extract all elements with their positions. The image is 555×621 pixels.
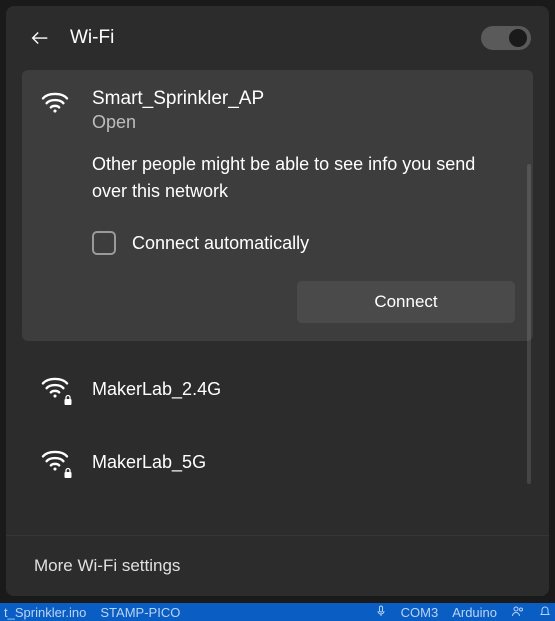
mic-icon[interactable] bbox=[375, 605, 387, 620]
panel-header: Wi-Fi bbox=[6, 6, 549, 70]
network-item-name: MakerLab_5G bbox=[92, 452, 206, 473]
more-wifi-settings-link[interactable]: More Wi-Fi settings bbox=[6, 535, 549, 596]
taskbar: t_Sprinkler.ino STAMP-PICO COM3 Arduino bbox=[0, 603, 555, 621]
open-network-warning: Other people might be able to see info y… bbox=[92, 151, 515, 205]
wifi-open-icon bbox=[40, 90, 76, 119]
network-item[interactable]: MakerLab_2.4G bbox=[22, 353, 533, 426]
back-button[interactable] bbox=[24, 22, 56, 54]
lock-icon bbox=[62, 394, 74, 406]
taskbar-item[interactable]: COM3 bbox=[401, 605, 439, 620]
wifi-secured-icon bbox=[40, 448, 76, 477]
taskbar-item[interactable]: t_Sprinkler.ino bbox=[4, 605, 86, 620]
taskbar-item[interactable]: STAMP-PICO bbox=[100, 605, 180, 620]
toggle-knob bbox=[509, 29, 527, 47]
network-item-name: MakerLab_2.4G bbox=[92, 379, 221, 400]
selected-network-card[interactable]: Smart_Sprinkler_AP Open Other people mig… bbox=[22, 70, 533, 341]
panel-title: Wi-Fi bbox=[70, 27, 481, 49]
connect-button[interactable]: Connect bbox=[297, 281, 515, 323]
taskbar-item[interactable]: Arduino bbox=[452, 605, 497, 620]
lock-icon bbox=[62, 467, 74, 479]
network-item[interactable]: MakerLab_5G bbox=[22, 426, 533, 499]
auto-connect-row[interactable]: Connect automatically bbox=[92, 231, 515, 255]
arrow-left-icon bbox=[29, 27, 51, 49]
wifi-quick-panel: Wi-Fi Smart_Sprinkler_AP Open bbox=[6, 6, 549, 596]
auto-connect-checkbox[interactable] bbox=[92, 231, 116, 255]
selected-network-name: Smart_Sprinkler_AP bbox=[92, 88, 515, 110]
scrollbar[interactable] bbox=[527, 164, 531, 484]
selected-network-security: Open bbox=[92, 112, 515, 133]
wifi-toggle[interactable] bbox=[481, 26, 531, 50]
auto-connect-label: Connect automatically bbox=[132, 233, 309, 254]
network-list: Smart_Sprinkler_AP Open Other people mig… bbox=[6, 70, 549, 499]
notification-icon[interactable] bbox=[539, 605, 551, 620]
people-icon[interactable] bbox=[511, 605, 525, 620]
wifi-secured-icon bbox=[40, 375, 76, 404]
